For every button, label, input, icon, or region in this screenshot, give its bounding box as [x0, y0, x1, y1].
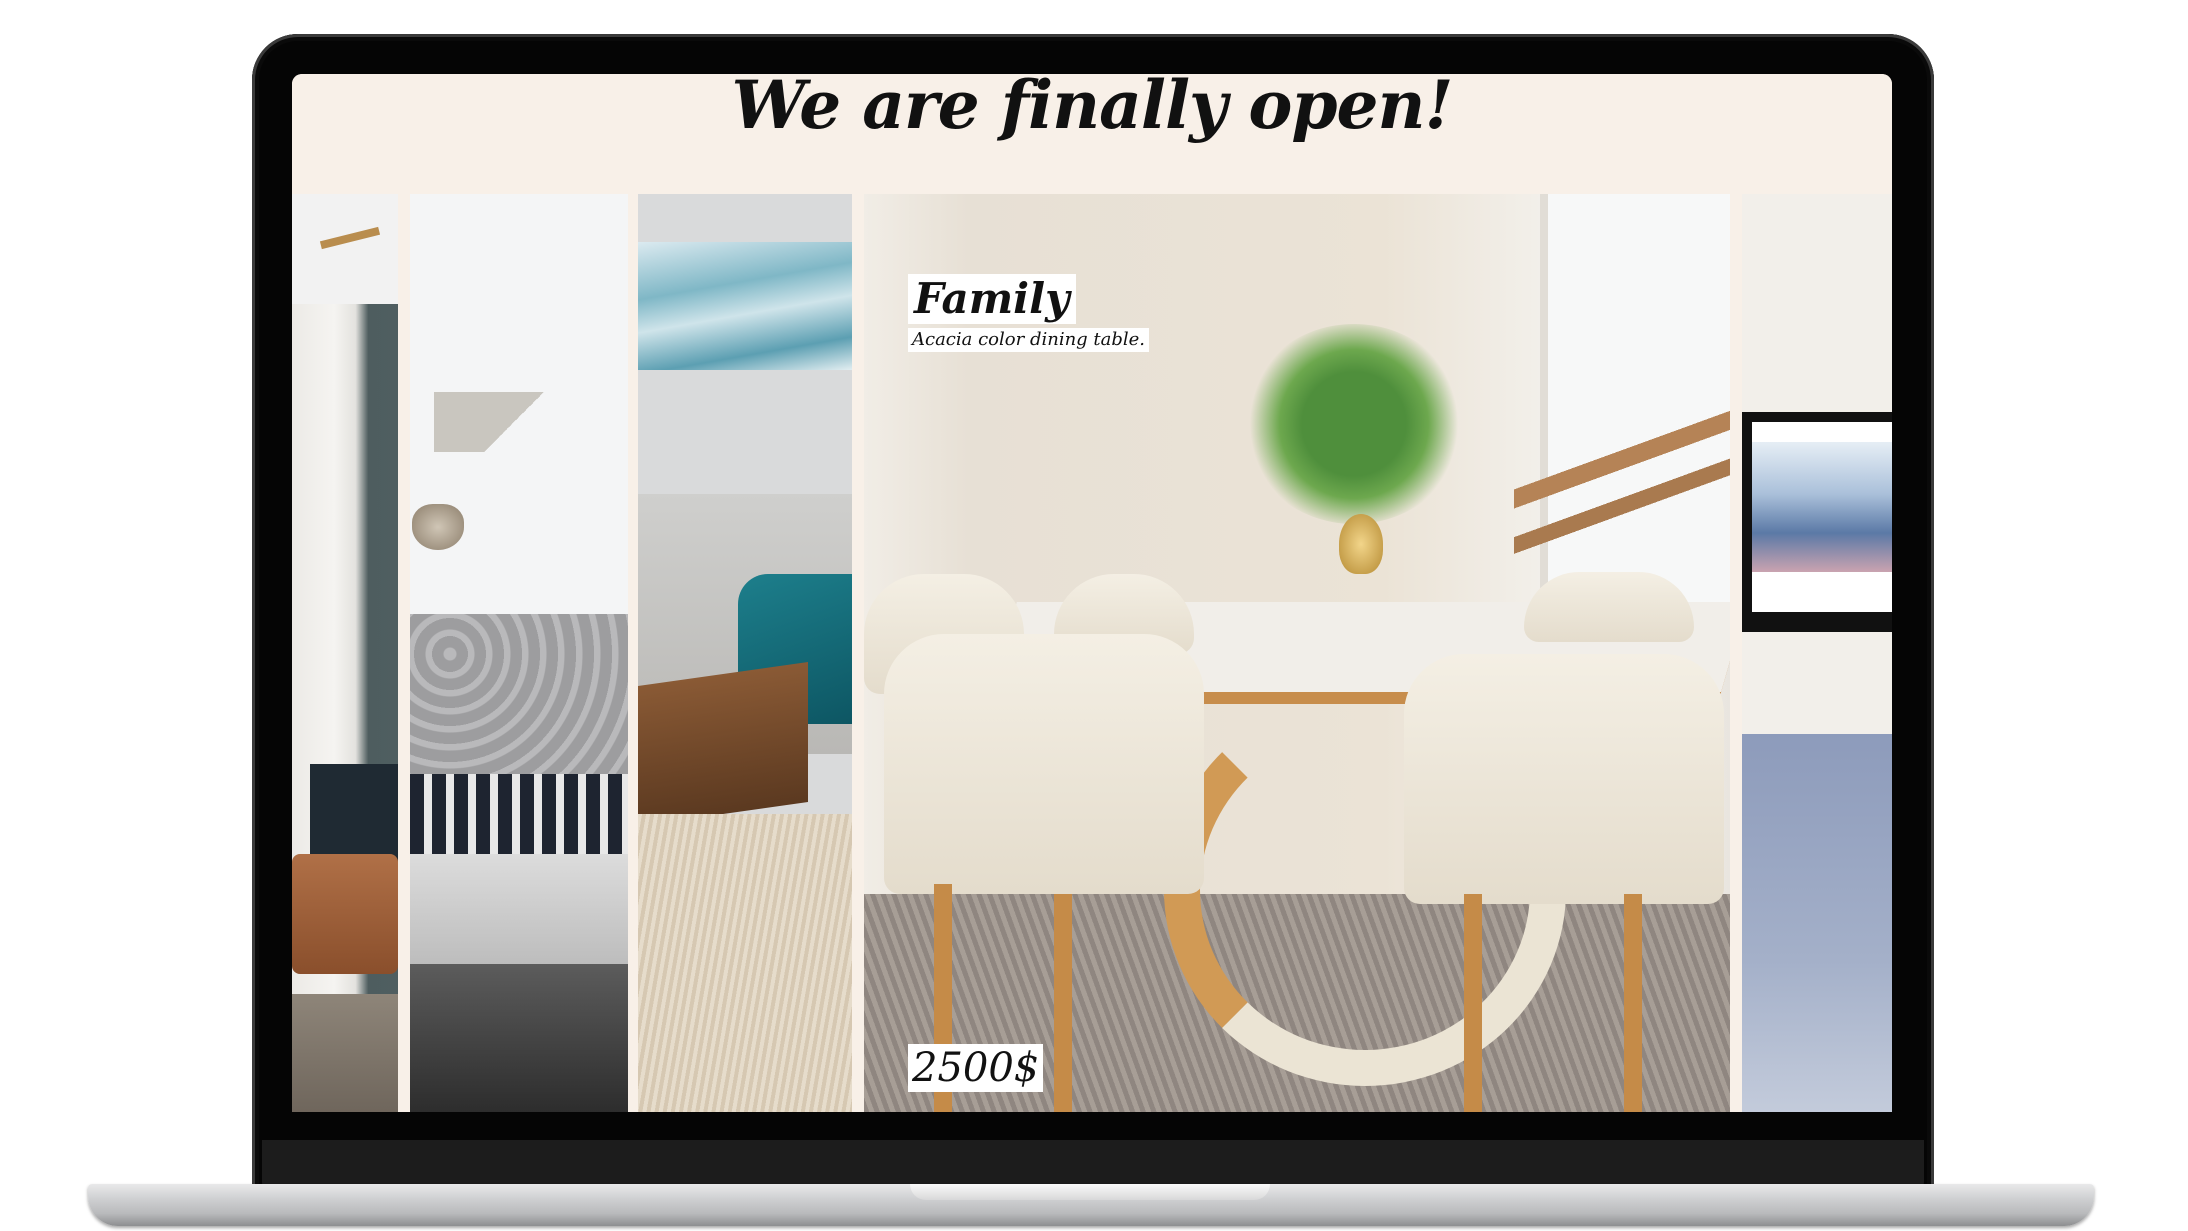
laptop-screen: We are finally open! Family Acacia color… [292, 74, 1892, 1112]
tufted-sofa-image [410, 614, 628, 794]
gallery-panel-teal-throw[interactable] [638, 194, 852, 1112]
framed-photo-image [1752, 422, 1892, 612]
wall-art-image [638, 242, 852, 370]
patterned-pillows-image [410, 774, 628, 864]
product-description: Acacia color dining table. [908, 328, 1150, 352]
chair-leg [1464, 894, 1482, 1112]
vase-image [1339, 514, 1383, 574]
coffee-table-image [638, 662, 808, 826]
chair-leg [1624, 894, 1642, 1112]
chair-leg [1054, 894, 1072, 1112]
shelf-image [434, 392, 594, 452]
pillow-image [310, 764, 398, 864]
chair-image [884, 634, 1204, 894]
gallery-panel-grey-sofa[interactable] [410, 194, 628, 1112]
stairs-image [1514, 394, 1730, 554]
leather-sofa-image [292, 854, 398, 974]
gallery-panel-blue-sofa[interactable] [1742, 194, 1892, 1112]
laptop-notch [910, 1184, 1270, 1200]
product-title: Family [908, 274, 1076, 324]
blue-sofa-image [1742, 734, 1892, 1112]
product-price: 2500$ [908, 1044, 1044, 1092]
sofa-base-image [410, 964, 628, 1112]
cat-image [412, 504, 464, 550]
floor-image [292, 994, 398, 1112]
sofa-seat-image [410, 854, 628, 964]
panel-wall [292, 194, 398, 304]
plant-image [1244, 324, 1464, 524]
laptop-chin [262, 1140, 1924, 1190]
page-title: We are finally open! [731, 74, 1453, 144]
page-header: We are finally open! [292, 74, 1892, 194]
gallery-panel-living-room[interactable] [292, 194, 398, 1112]
chair-image [1404, 654, 1724, 904]
rug-image [638, 814, 852, 1112]
gallery-panel-featured-dining[interactable]: Family Acacia color dining table. 2500$ [864, 194, 1730, 1112]
chair-image [1524, 572, 1694, 642]
